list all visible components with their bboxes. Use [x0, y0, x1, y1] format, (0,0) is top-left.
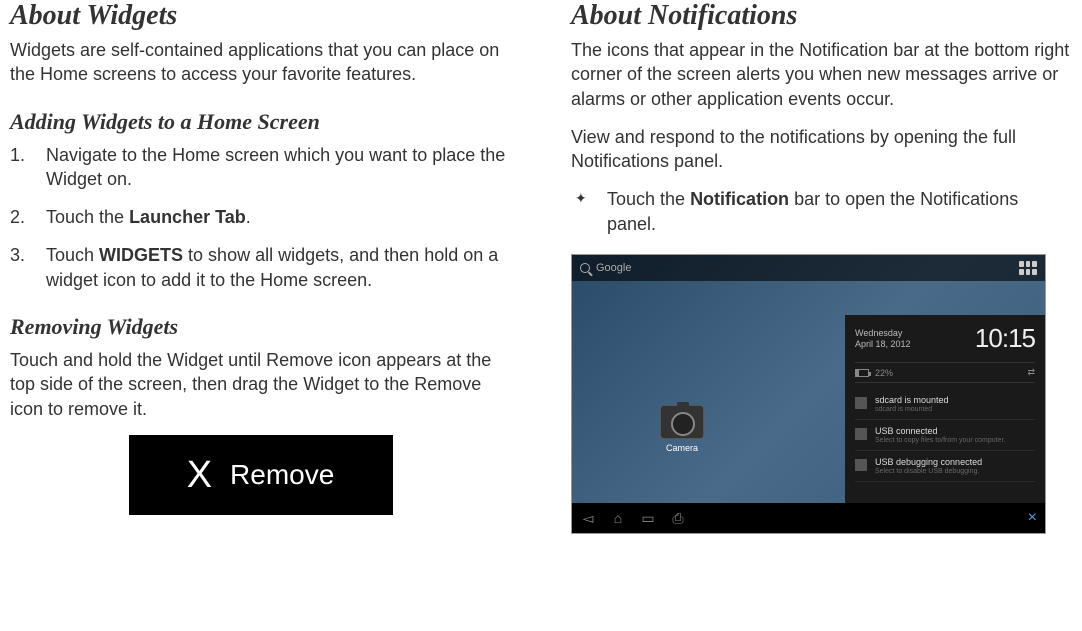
removing-widgets-text: Touch and hold the Widget until Remove i… [10, 348, 511, 421]
back-icon[interactable]: ◅ [580, 510, 596, 527]
step-1: Navigate to the Home screen which you wa… [10, 143, 511, 192]
about-notifications-heading: About Notifications [571, 0, 1072, 32]
close-icon: X [187, 456, 212, 494]
settings-toggle-icon[interactable]: ⇄ [1027, 367, 1035, 378]
notif-title: sdcard is mounted [875, 395, 949, 405]
screenshot-navbar: ◅ ⌂ ▭ ⎙ × [572, 503, 1045, 533]
search-label: Google [596, 262, 631, 274]
panel-close-icon[interactable]: × [1028, 509, 1037, 527]
notifications-bullets: Touch the Notification bar to open the N… [571, 187, 1072, 236]
notification-bold: Notification [690, 189, 789, 209]
widgets-label: WIDGETS [99, 245, 183, 265]
tablet-screenshot: Google Camera Wednesday April 18, 2012 1… [571, 254, 1046, 534]
panel-day: Wednesday [855, 328, 911, 339]
notif-title: USB debugging connected [875, 457, 982, 467]
recent-apps-icon[interactable]: ▭ [640, 510, 656, 527]
screenshot-topbar: Google [572, 255, 1045, 281]
notification-item-sdcard[interactable]: sdcard is mounted sdcard is mounted [855, 389, 1035, 420]
panel-daydate: Wednesday April 18, 2012 [855, 328, 911, 350]
launcher-tab-label: Launcher Tab [129, 207, 246, 227]
notifications-intro-2: View and respond to the notifications by… [571, 125, 1072, 174]
removing-widgets-heading: Removing Widgets [10, 314, 511, 340]
notification-item-usb-debug[interactable]: USB debugging connected Select to disabl… [855, 451, 1035, 482]
apps-grid-icon[interactable] [1019, 261, 1037, 275]
battery-icon [855, 369, 869, 377]
camera-label: Camera [660, 443, 704, 453]
notif-sub: Select to disable USB debugging. [875, 468, 982, 475]
panel-date: April 18, 2012 [855, 339, 911, 350]
home-icon[interactable]: ⌂ [610, 510, 626, 526]
notif-title: USB connected [875, 426, 1005, 436]
notif-sub: Select to copy files to/from your comput… [875, 437, 1005, 444]
camera-icon [660, 405, 704, 439]
step-2: Touch the Launcher Tab. [10, 205, 511, 229]
panel-status-row[interactable]: 22% ⇄ [855, 362, 1035, 383]
adding-widgets-steps: Navigate to the Home screen which you wa… [10, 143, 511, 292]
bullet-text-a: Touch the [607, 189, 690, 209]
remove-badge: X Remove [129, 435, 393, 515]
usb-debug-icon [855, 459, 867, 471]
notifications-intro-1: The icons that appear in the Notificatio… [571, 38, 1072, 111]
step-3-text-a: Touch [46, 245, 99, 265]
notif-sub: sdcard is mounted [875, 406, 949, 413]
notifications-panel[interactable]: Wednesday April 18, 2012 10:15 22% ⇄ sdc [845, 315, 1045, 503]
right-column: About Notifications The icons that appea… [571, 0, 1072, 534]
widgets-intro: Widgets are self-contained applications … [10, 38, 511, 87]
remove-label: Remove [230, 459, 334, 491]
about-widgets-heading: About Widgets [10, 0, 511, 32]
usb-icon [855, 428, 867, 440]
panel-datetime: Wednesday April 18, 2012 10:15 [855, 323, 1035, 354]
adding-widgets-heading: Adding Widgets to a Home Screen [10, 109, 511, 135]
step-3: Touch WIDGETS to show all widgets, and t… [10, 243, 511, 292]
notification-item-usb[interactable]: USB connected Select to copy files to/fr… [855, 420, 1035, 451]
left-column: About Widgets Widgets are self-contained… [10, 0, 511, 534]
notification-bullet: Touch the Notification bar to open the N… [571, 187, 1072, 236]
screenshot-icon[interactable]: ⎙ [670, 510, 686, 527]
battery-percent: 22% [875, 368, 893, 378]
search-widget[interactable]: Google [580, 262, 631, 274]
step-2-text-c: . [246, 207, 251, 227]
step-2-text-a: Touch the [46, 207, 129, 227]
camera-app-icon[interactable]: Camera [660, 405, 704, 453]
panel-time: 10:15 [975, 323, 1035, 354]
search-icon [580, 263, 590, 273]
sdcard-icon [855, 397, 867, 409]
